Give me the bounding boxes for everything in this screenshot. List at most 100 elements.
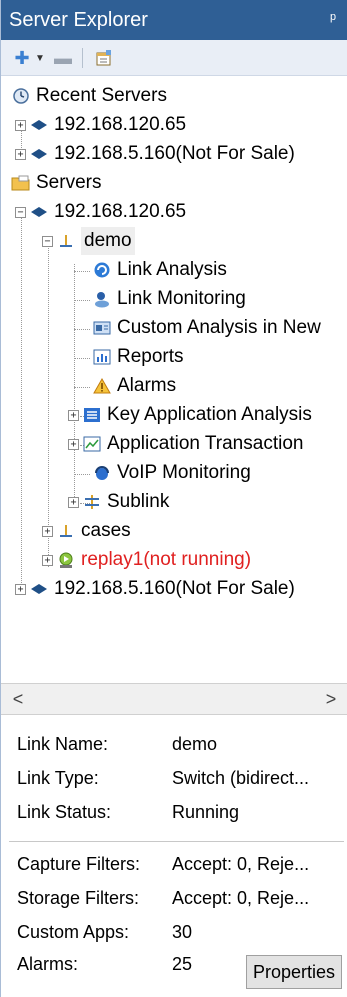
tree-node-label: 192.168.120.65 [54, 201, 187, 222]
server-icon [29, 115, 49, 135]
collapse-icon[interactable]: − [42, 235, 53, 247]
tree-line [74, 474, 90, 475]
custom-analysis-icon [92, 318, 112, 338]
properties-icon[interactable] [93, 48, 115, 68]
server-icon [29, 144, 49, 164]
pin-icon[interactable]: ᵖ [330, 0, 336, 40]
tree-node-link-analysis[interactable]: Link Analysis [92, 256, 227, 284]
alarm-warning-icon [92, 376, 112, 396]
link-info-panel: Link Name: demo Link Type: Switch (bidir… [1, 715, 347, 997]
tree-node-key-application[interactable]: + Key Application Analysis [68, 401, 312, 429]
tree-node-label: Custom Analysis in New [117, 317, 321, 338]
tree-line [74, 329, 90, 330]
tree-node-label: 192.168.120.65 [54, 114, 187, 135]
info-row-storage-filters: Storage Filters: [17, 888, 140, 908]
info-row-link-name: Link Name: [17, 734, 109, 754]
expand-icon[interactable]: + [15, 148, 26, 160]
clock-icon [11, 86, 31, 106]
tree-node-recent-server-2[interactable]: + 192.168.5.160(Not For Sale) [15, 140, 295, 168]
expand-icon[interactable]: + [68, 438, 79, 450]
info-row-link-type: Link Type: [17, 768, 99, 788]
collapse-icon[interactable]: − [15, 206, 26, 218]
expand-icon[interactable]: + [68, 409, 79, 421]
tree-line [74, 358, 90, 359]
properties-button[interactable]: Properties [245, 955, 342, 989]
folder-icon [11, 173, 31, 193]
expand-icon[interactable]: + [68, 496, 79, 508]
voip-headset-icon [92, 463, 112, 483]
tree-node-sublink[interactable]: + Sublink [68, 488, 169, 516]
link-type-value: Switch (bidirect... [172, 768, 310, 788]
link-icon [56, 231, 76, 251]
tree-node-recent-server-1[interactable]: + 192.168.120.65 [15, 111, 186, 139]
tree-node-link-monitoring[interactable]: Link Monitoring [92, 285, 246, 313]
tree-node-label: Sublink [107, 491, 170, 512]
link-status-value: Running [172, 802, 240, 822]
tree-node-label: demo [81, 227, 135, 255]
expand-icon[interactable]: + [42, 525, 53, 537]
tree-node-replay1[interactable]: + replay1(not running) [42, 546, 251, 574]
tree-node-cases[interactable]: + cases [42, 517, 131, 545]
panel-titlebar: Server Explorer ᵖ [1, 0, 347, 40]
scroll-right-icon[interactable]: > [316, 684, 346, 714]
server-tree[interactable]: Recent Servers + 192.168.120.65 + 192.16… [1, 78, 347, 683]
tree-node-label: Alarms [117, 375, 177, 396]
tree-node-server-1[interactable]: − 192.168.120.65 [15, 198, 186, 226]
tree-node-recent-servers[interactable]: Recent Servers [11, 82, 167, 110]
scroll-left-icon[interactable]: < [3, 684, 33, 714]
tree-node-label: Recent Servers [36, 85, 167, 106]
server-explorer-panel: Server Explorer ᵖ ✚ ▼ ▬ Recent Servers +… [0, 0, 347, 997]
tree-node-server-2[interactable]: + 192.168.5.160(Not For Sale) [15, 575, 295, 603]
info-separator [9, 841, 344, 842]
sublink-icon [82, 492, 102, 512]
key-application-icon [82, 405, 102, 425]
toolbar: ✚ ▼ ▬ [1, 40, 347, 76]
alarms-value: 25 [172, 954, 193, 974]
reports-icon [92, 347, 112, 367]
tree-node-label: 192.168.5.160(Not For Sale) [54, 143, 295, 164]
tree-node-voip-monitoring[interactable]: VoIP Monitoring [92, 459, 251, 487]
capture-filters-value: Accept: 0, Reje... [172, 854, 310, 874]
tree-node-label: Link Analysis [117, 259, 227, 280]
info-row-link-status: Link Status: [17, 802, 112, 822]
tree-node-label: replay1(not running) [81, 549, 252, 570]
plus-icon[interactable]: ✚ [11, 48, 33, 68]
storage-filters-value: Accept: 0, Reje... [172, 888, 310, 908]
info-row-custom-apps: Custom Apps: [17, 922, 130, 942]
link-name-value: demo [172, 734, 218, 754]
tree-node-label: Link Monitoring [117, 288, 246, 309]
tree-node-application-transaction[interactable]: + Application Transaction [68, 430, 303, 458]
tree-node-demo[interactable]: − demo [42, 227, 135, 255]
minus-icon[interactable]: ▬ [53, 48, 73, 68]
tree-node-label: cases [81, 520, 131, 541]
link-icon [56, 521, 76, 541]
horizontal-scrollbar[interactable]: < > [1, 683, 347, 715]
tree-node-label: Reports [117, 346, 184, 367]
link-analysis-icon [92, 260, 112, 280]
tree-node-label: 192.168.5.160(Not For Sale) [54, 578, 295, 599]
tree-line [21, 207, 22, 593]
scrollbar-thumb[interactable] [33, 691, 283, 707]
chevron-down-icon[interactable]: ▼ [35, 48, 45, 68]
server-icon [29, 202, 49, 222]
custom-apps-value: 30 [172, 922, 193, 942]
tree-node-servers[interactable]: Servers [11, 169, 101, 197]
info-row-alarms: Alarms: [17, 954, 79, 974]
tree-node-custom-analysis[interactable]: Custom Analysis in New [92, 314, 321, 342]
expand-icon[interactable]: + [42, 554, 53, 566]
replay-icon [56, 550, 76, 570]
expand-icon[interactable]: + [15, 119, 26, 131]
tree-node-reports[interactable]: Reports [92, 343, 184, 371]
tree-node-label: VoIP Monitoring [117, 462, 251, 483]
panel-title: Server Explorer [9, 9, 148, 31]
tree-line [74, 271, 90, 272]
tree-node-label: Servers [36, 172, 102, 193]
link-monitoring-icon [92, 289, 112, 309]
tree-line [74, 300, 90, 301]
tree-node-label: Key Application Analysis [107, 404, 312, 425]
expand-icon[interactable]: + [15, 583, 26, 595]
tree-line [74, 387, 90, 388]
tree-node-alarms[interactable]: Alarms [92, 372, 176, 400]
tree-node-label: Application Transaction [107, 433, 304, 454]
info-row-capture-filters: Capture Filters: [17, 854, 141, 874]
